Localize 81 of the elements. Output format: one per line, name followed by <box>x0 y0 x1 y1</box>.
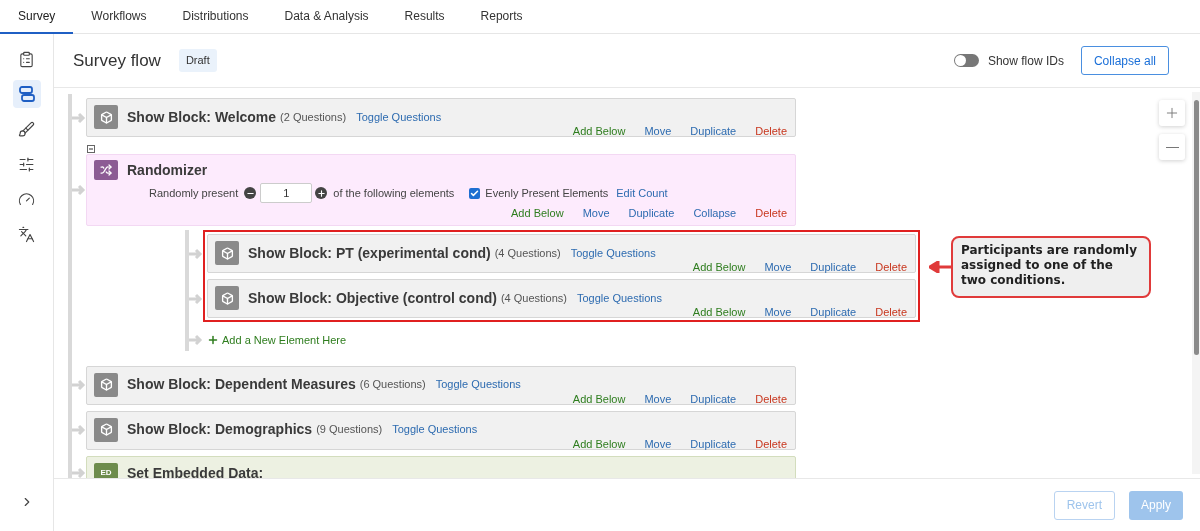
action-link[interactable]: Delete <box>755 124 787 138</box>
toggle-questions-link[interactable]: Toggle Questions <box>356 108 442 126</box>
action-link[interactable]: Move <box>582 206 610 220</box>
action-link[interactable]: Add Below <box>692 305 746 319</box>
block-title: Show Block: Demographics <box>127 420 313 439</box>
callout-note: Participants are randomly assigned to one of the two conditions. <box>951 236 1151 298</box>
block-icon <box>215 286 239 310</box>
flow-ids-switch[interactable] <box>953 54 979 67</box>
decrement-button[interactable] <box>244 187 257 199</box>
block-title: Show Block: Dependent Measures <box>127 375 356 394</box>
block-title: Show Block: PT (experimental cond) <box>248 243 491 263</box>
action-link[interactable]: Delete <box>755 206 787 220</box>
action-link[interactable]: Duplicate <box>810 260 857 274</box>
block-icon <box>94 105 118 129</box>
toggle-questions-link[interactable]: Toggle Questions <box>435 376 521 393</box>
nav-tab[interactable]: Results <box>386 0 463 34</box>
block-icon <box>94 372 118 397</box>
scrollbar[interactable] <box>1192 92 1200 474</box>
toggle-questions-link[interactable]: Toggle Questions <box>570 244 656 262</box>
shuffle-icon <box>94 160 118 180</box>
edit-count-link[interactable]: Edit Count <box>616 184 668 202</box>
randomly-present-label: Randomly present <box>149 185 239 201</box>
randomizer-title: Randomizer <box>127 160 208 180</box>
question-count: (9 Questions) <box>316 422 383 438</box>
action-link[interactable]: Delete <box>875 305 907 319</box>
action-link[interactable]: Duplicate <box>690 124 737 138</box>
plus-icon <box>316 188 326 198</box>
flow-ids-label: Show flow IDs <box>987 52 1064 70</box>
action-link[interactable]: Duplicate <box>690 436 737 451</box>
connector-arrow <box>72 184 86 196</box>
embedded-data-icon: ED <box>94 462 118 478</box>
action-link[interactable]: Delete <box>875 260 907 274</box>
evenly-label: Evenly Present Elements <box>485 185 609 201</box>
nav-tab[interactable]: Workflows <box>73 0 165 34</box>
action-link[interactable]: Add Below <box>511 206 564 220</box>
toggle-questions-link[interactable]: Toggle Questions <box>392 421 478 438</box>
action-link[interactable]: Collapse <box>693 206 737 220</box>
block-title: Show Block: Welcome <box>127 107 277 127</box>
connector-arrow <box>189 292 203 305</box>
question-count: (4 Questions) <box>500 290 567 306</box>
block-title: Show Block: Objective (control cond) <box>248 288 497 308</box>
evenly-checkbox[interactable] <box>469 187 481 199</box>
nav-tab[interactable]: Data & Analysis <box>266 0 387 34</box>
increment-button[interactable] <box>315 187 328 199</box>
nav-tab[interactable]: Reports <box>462 0 541 34</box>
following-elements-label: of the following elements <box>333 185 455 201</box>
question-count: (6 Questions) <box>359 377 426 393</box>
connector-arrow <box>189 247 203 260</box>
block-icon <box>215 241 239 265</box>
action-link[interactable]: Add Below <box>572 436 626 451</box>
action-link[interactable]: Add Below <box>572 124 626 138</box>
action-link[interactable]: Move <box>644 124 672 138</box>
action-link[interactable]: Add Below <box>572 391 626 406</box>
collapse-all-button[interactable]: Collapse all <box>1080 46 1169 75</box>
status-tag: Draft <box>178 49 217 72</box>
connector-arrow <box>189 334 203 347</box>
callout-arrow <box>929 261 951 273</box>
action-link[interactable]: Delete <box>755 436 787 451</box>
action-link[interactable]: Duplicate <box>628 206 675 220</box>
question-count: (4 Questions) <box>494 245 561 261</box>
plus-icon <box>207 334 219 347</box>
action-link[interactable]: Move <box>764 305 792 319</box>
action-link[interactable]: Move <box>764 260 792 274</box>
flow-icon[interactable] <box>12 80 41 108</box>
nav-tab[interactable]: Distributions <box>164 0 267 34</box>
action-link[interactable]: Duplicate <box>810 305 857 319</box>
nav-tab[interactable]: Survey <box>0 0 74 34</box>
action-link[interactable]: Duplicate <box>690 391 737 406</box>
collapse-icon[interactable] <box>87 145 95 153</box>
action-link[interactable]: Move <box>644 436 672 451</box>
action-link[interactable]: Add Below <box>692 260 746 274</box>
action-link[interactable]: Delete <box>755 391 787 406</box>
block-icon <box>94 417 118 442</box>
embedded-data-title: Set Embedded Data: <box>127 463 264 478</box>
toggle-questions-link[interactable]: Toggle Questions <box>576 289 662 307</box>
question-count: (2 Questions) <box>280 109 347 125</box>
page-title: Survey flow <box>73 49 161 72</box>
action-link[interactable]: Move <box>644 391 672 406</box>
zoom-in-icon <box>1164 105 1180 121</box>
count-input[interactable]: 1 <box>260 183 313 203</box>
add-element-link[interactable]: Add a New Element Here <box>222 332 347 349</box>
